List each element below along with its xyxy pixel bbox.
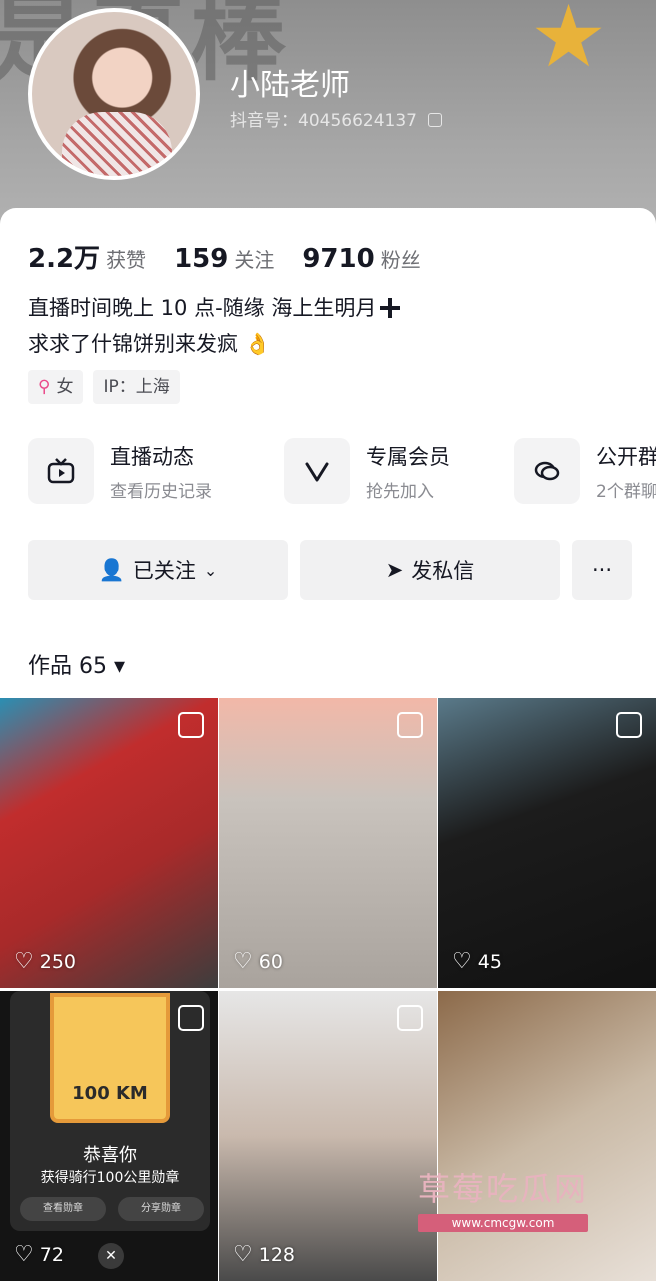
message-button[interactable]: ➤ 发私信 bbox=[300, 540, 560, 600]
feature-title: 专属会员 bbox=[366, 444, 450, 469]
close-icon[interactable]: ✕ bbox=[98, 1243, 124, 1269]
chevron-down-icon: ⌄ bbox=[203, 560, 218, 580]
select-checkbox-icon[interactable] bbox=[178, 1005, 204, 1031]
profile-header: 是真棒 ★ 小陆老师 抖音号：40456624137 bbox=[0, 0, 656, 240]
medal-km: 100 KM bbox=[72, 1083, 148, 1104]
douyin-id[interactable]: 抖音号：40456624137 bbox=[230, 106, 443, 131]
bio: 直播时间晚上 10 点-随缘 海上生明月 求求了什锦饼别来发疯 👌 bbox=[28, 290, 401, 362]
female-icon: ⚲ bbox=[38, 377, 51, 397]
badge-congrats: 恭喜你 bbox=[83, 1145, 137, 1166]
feature-subtitle: 查看历史记录 bbox=[110, 481, 212, 502]
send-icon: ➤ bbox=[385, 558, 404, 582]
feature-row: 直播动态 查看历史记录 专属会员 抢先加入 公开群 2个群聊 bbox=[28, 438, 656, 508]
ip-tag: IP：上海 bbox=[93, 370, 180, 404]
gender-tag: ⚲ 女 bbox=[28, 370, 84, 404]
feature-live[interactable]: 直播动态 查看历史记录 bbox=[28, 438, 212, 504]
like-number: 128 bbox=[258, 1243, 295, 1266]
star-icon: ★ bbox=[530, 0, 608, 87]
bio-line-2: 求求了什锦饼别来发疯 bbox=[28, 332, 238, 356]
video-tile[interactable] bbox=[438, 991, 656, 1281]
video-tile[interactable]: 100 KM 恭喜你 获得骑行100公里勋章 查看勋章 分享勋章 ♡ 72 ✕ bbox=[0, 991, 218, 1281]
avatar[interactable] bbox=[28, 8, 200, 180]
action-buttons: 👤 已关注 ⌄ ➤ 发私信 ··· bbox=[28, 540, 632, 600]
vip-v-icon bbox=[284, 438, 350, 504]
share-badge-button[interactable]: 分享勋章 bbox=[118, 1197, 204, 1221]
video-tile[interactable]: ♡ 45 bbox=[438, 698, 656, 988]
stat-following[interactable]: 159 关注 bbox=[174, 244, 274, 274]
message-label: 发私信 bbox=[411, 559, 475, 583]
feature-group[interactable]: 公开群 2个群聊 bbox=[514, 438, 656, 504]
works-tab[interactable]: 作品 65 ▾ bbox=[28, 648, 125, 680]
heart-icon: ♡ bbox=[233, 949, 253, 974]
user-check-icon: 👤 bbox=[98, 557, 125, 582]
chat-icon bbox=[514, 438, 580, 504]
like-number: 250 bbox=[39, 950, 76, 973]
video-tile[interactable]: ♡ 250 bbox=[0, 698, 218, 988]
hand-emoji-icon: 👌 bbox=[244, 332, 271, 356]
stat-label: 粉丝 bbox=[380, 248, 421, 272]
plus-icon bbox=[380, 298, 401, 318]
more-icon: ··· bbox=[591, 558, 613, 582]
like-number: 60 bbox=[258, 950, 283, 973]
followed-button[interactable]: 👤 已关注 ⌄ bbox=[28, 540, 288, 600]
stat-likes[interactable]: 2.2万 获赞 bbox=[28, 238, 146, 275]
watermark-title: 草莓吃瓜网 bbox=[418, 1170, 589, 1208]
select-checkbox-icon[interactable] bbox=[397, 1005, 423, 1031]
video-tile[interactable]: ♡ 60 bbox=[219, 698, 437, 988]
like-count: ♡ 60 bbox=[233, 949, 283, 974]
heart-icon: ♡ bbox=[14, 1242, 34, 1267]
like-count: ♡ 128 bbox=[233, 1242, 295, 1267]
tv-icon bbox=[28, 438, 94, 504]
nickname: 小陆老师 bbox=[230, 68, 350, 103]
tags-row: ⚲ 女 IP：上海 bbox=[28, 370, 180, 404]
stat-number: 9710 bbox=[302, 244, 375, 274]
badge-subtitle: 获得骑行100公里勋章 bbox=[40, 1170, 180, 1186]
like-count: ♡ 72 bbox=[14, 1242, 64, 1267]
bike-medal-icon: 100 KM bbox=[50, 993, 170, 1123]
heart-icon: ♡ bbox=[14, 949, 34, 974]
feature-title: 直播动态 bbox=[110, 444, 194, 469]
like-number: 45 bbox=[477, 950, 502, 973]
select-checkbox-icon[interactable] bbox=[178, 712, 204, 738]
like-count: ♡ 45 bbox=[452, 949, 502, 974]
feature-subtitle: 2个群聊 bbox=[596, 481, 656, 502]
feature-subtitle: 抢先加入 bbox=[366, 481, 434, 502]
stat-followers[interactable]: 9710 粉丝 bbox=[302, 244, 420, 274]
stat-label: 关注 bbox=[234, 248, 275, 272]
heart-icon: ♡ bbox=[452, 949, 472, 974]
copy-icon[interactable] bbox=[428, 113, 443, 127]
feature-vip[interactable]: 专属会员 抢先加入 bbox=[284, 438, 450, 504]
like-count: ♡ 250 bbox=[14, 949, 76, 974]
select-checkbox-icon[interactable] bbox=[397, 712, 423, 738]
more-button[interactable]: ··· bbox=[572, 540, 632, 600]
douyin-id-text: 抖音号：40456624137 bbox=[230, 111, 417, 131]
stats-row: 2.2万 获赞 159 关注 9710 粉丝 bbox=[28, 238, 421, 275]
gender-text: 女 bbox=[56, 377, 74, 397]
select-checkbox-icon[interactable] bbox=[616, 712, 642, 738]
like-number: 72 bbox=[39, 1243, 64, 1266]
heart-icon: ♡ bbox=[233, 1242, 253, 1267]
stat-number: 159 bbox=[174, 244, 229, 274]
feature-title: 公开群 bbox=[596, 444, 656, 469]
stat-label: 获赞 bbox=[106, 248, 147, 272]
watermark-url: www.cmcgw.com bbox=[418, 1214, 588, 1232]
video-tile[interactable]: ♡ 128 bbox=[219, 991, 437, 1281]
profile-card: 2.2万 获赞 159 关注 9710 粉丝 直播时间晚上 10 点-随缘 海上生明月… bbox=[0, 208, 656, 1281]
view-badge-button[interactable]: 查看勋章 bbox=[20, 1197, 106, 1221]
bio-line-1: 直播时间晚上 10 点-随缘 海上生明月 bbox=[28, 296, 377, 320]
watermark: 草莓吃瓜网 www.cmcgw.com bbox=[418, 1164, 618, 1232]
followed-label: 已关注 bbox=[132, 559, 196, 583]
stat-number: 2.2万 bbox=[28, 244, 101, 274]
